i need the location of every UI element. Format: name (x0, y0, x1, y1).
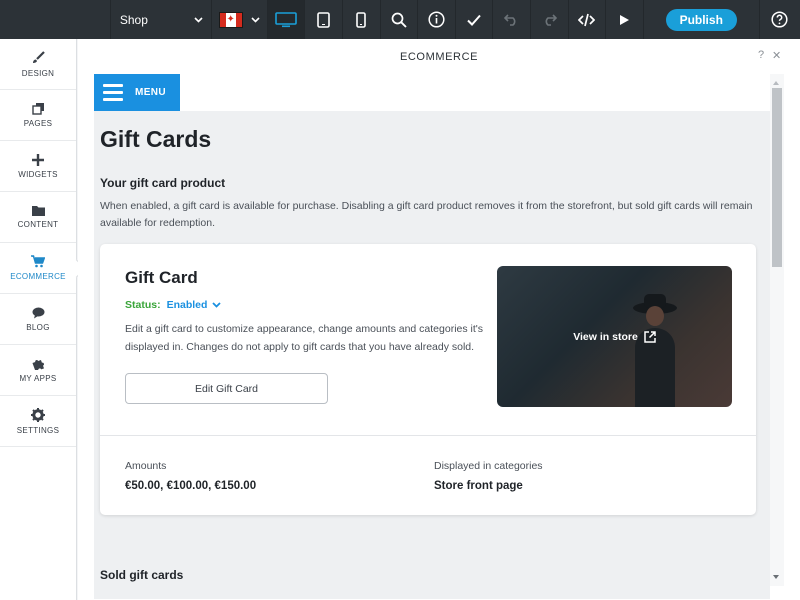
sidebar-item-label: SETTINGS (16, 425, 60, 435)
scrollbar-thumb[interactable] (772, 88, 782, 267)
scroll-down-arrow-icon[interactable] (773, 575, 779, 579)
edit-gift-card-button[interactable]: Edit Gift Card (125, 373, 328, 404)
canada-flag-icon: ✦ (218, 11, 243, 28)
sidebar-item-label: CONTENT (17, 220, 59, 229)
sidebar-item-ecommerce[interactable]: ECOMMERCE (0, 243, 76, 294)
sidebar-item-label: MY APPS (19, 374, 57, 383)
language-select[interactable]: ✦ (212, 0, 268, 39)
menu-bar: MENU (94, 74, 770, 111)
categories-label: Displayed in categories (434, 460, 543, 472)
desktop-icon (275, 11, 297, 27)
page-select[interactable]: Shop (111, 0, 212, 39)
cart-icon (31, 255, 45, 268)
view-in-store-label: View in store (573, 330, 638, 343)
preview-button[interactable] (606, 0, 644, 39)
chevron-down-icon (212, 302, 222, 308)
card-title: Gift Card (125, 268, 198, 287)
ecommerce-panel: ECOMMERCE ? ✕ MENU Gift Cards Your gift … (78, 39, 800, 600)
publish-area: Publish (644, 0, 760, 39)
toolbar-spacer (0, 0, 111, 39)
card-divider (100, 435, 756, 436)
amounts-value: €50.00, €100.00, €150.00 (125, 480, 257, 492)
panel-help-button[interactable]: ? (758, 49, 764, 61)
chevron-down-icon (251, 16, 260, 23)
chat-bubble-icon (32, 307, 44, 318)
content-area: MENU Gift Cards Your gift card product W… (94, 74, 770, 599)
puzzle-icon (31, 359, 44, 370)
mobile-view-button[interactable] (343, 0, 381, 39)
section-title: Your gift card product (100, 176, 226, 190)
undo-icon (504, 14, 516, 26)
gift-card-image[interactable]: View in store (497, 266, 732, 407)
pages-icon (31, 103, 44, 115)
redo-button[interactable] (531, 0, 569, 39)
section-description: When enabled, a gift card is available f… (100, 200, 753, 229)
check-button[interactable] (456, 0, 494, 39)
amounts-label: Amounts (125, 460, 167, 472)
status-value: Enabled (166, 299, 208, 311)
search-icon (391, 12, 407, 28)
scrollbar[interactable] (770, 74, 784, 586)
tablet-view-button[interactable] (305, 0, 343, 39)
brush-icon (33, 50, 45, 63)
categories-value: Store front page (434, 480, 523, 492)
mobile-icon (356, 11, 367, 28)
check-icon (467, 14, 481, 26)
top-toolbar: Shop ✦ Publish (0, 0, 800, 39)
search-button[interactable] (381, 0, 419, 39)
sidebar-item-label: WIDGETS (18, 169, 58, 179)
folder-icon (31, 206, 45, 216)
status-dropdown[interactable]: Enabled (167, 299, 222, 311)
help-icon (771, 11, 788, 28)
panel-close-button[interactable]: ✕ (772, 49, 781, 62)
view-in-store-link[interactable]: View in store (497, 266, 732, 407)
play-icon (620, 14, 630, 25)
code-icon (578, 13, 596, 26)
page-select-value: Shop (119, 12, 148, 27)
card-description: Edit a gift card to customize appearance… (125, 323, 484, 353)
page-title: Gift Cards (100, 126, 212, 152)
tablet-icon (317, 11, 330, 28)
chevron-down-icon (194, 16, 203, 23)
sold-gift-cards-title: Sold gift cards (100, 568, 184, 582)
sidebar-item-blog[interactable]: BLOG (0, 294, 76, 345)
left-sidebar: DESIGN PAGES WIDGETS CONTENT ECOMMERCE B… (0, 39, 77, 600)
sidebar-item-label: DESIGN (21, 68, 55, 78)
menu-label: MENU (135, 87, 167, 98)
sidebar-item-widgets[interactable]: WIDGETS (0, 141, 76, 192)
publish-button[interactable]: Publish (665, 8, 737, 31)
status-row: Status: Enabled (125, 299, 222, 311)
undo-button[interactable] (493, 0, 532, 39)
external-link-icon (644, 330, 656, 343)
desktop-view-button[interactable] (267, 0, 306, 39)
sidebar-item-content[interactable]: CONTENT (0, 192, 76, 243)
help-button[interactable] (760, 0, 800, 39)
scroll-up-arrow-icon[interactable] (773, 81, 779, 85)
menu-button[interactable]: MENU (94, 74, 180, 111)
sidebar-item-my-apps[interactable]: MY APPS (0, 345, 76, 396)
sidebar-item-label: ECOMMERCE (10, 272, 66, 281)
gear-icon (31, 407, 45, 422)
plus-icon (32, 153, 44, 166)
sidebar-item-design[interactable]: DESIGN (0, 39, 76, 90)
gift-card-panel: Gift Card Status: Enabled Edit a gift ca… (100, 244, 756, 515)
sidebar-item-pages[interactable]: PAGES (0, 90, 76, 141)
sidebar-item-settings[interactable]: SETTINGS (0, 396, 76, 447)
panel-title: ECOMMERCE (399, 50, 479, 63)
sidebar-item-label: BLOG (26, 322, 50, 332)
info-icon (428, 11, 445, 28)
sidebar-item-label: PAGES (23, 119, 53, 128)
status-label: Status: (125, 299, 161, 311)
code-button[interactable] (569, 0, 607, 39)
redo-icon (545, 14, 557, 26)
hamburger-icon (103, 84, 123, 101)
info-button[interactable] (418, 0, 456, 39)
